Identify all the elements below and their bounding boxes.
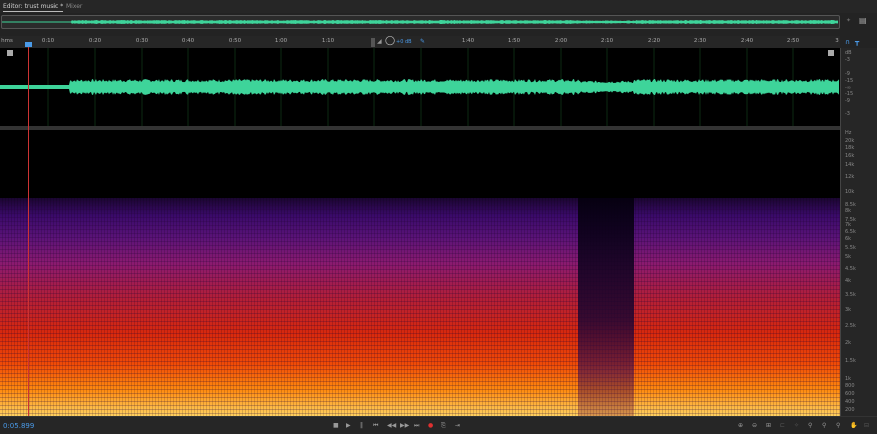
hz-label: 600 [845, 391, 855, 397]
db-label: -3 [845, 57, 850, 63]
hz-label: 1.5k [845, 358, 856, 364]
fit-icon[interactable] [7, 50, 13, 56]
ruler-tick: 2:00 [554, 38, 568, 44]
hz-label: 6.5k [845, 229, 856, 235]
current-time: 0:05.899 [3, 422, 35, 430]
hz-label: 1k [845, 376, 852, 382]
hz-label: 16k [845, 153, 855, 159]
ruler-tick: 0:50 [228, 38, 242, 44]
volume-value: +0 dB [396, 39, 412, 45]
db-label: dB [845, 50, 852, 56]
zoom-navigator-icon[interactable]: ✦ [846, 17, 851, 24]
zoom-full-icon[interactable]: ⚲ [836, 422, 840, 429]
hz-label: 12k [845, 174, 855, 180]
db-label: -3 [845, 111, 850, 117]
hz-label: 14k [845, 162, 855, 168]
pin-icon[interactable]: ✎ [420, 38, 425, 45]
hand-icon[interactable]: ✋ [850, 422, 857, 429]
ruler-tick: 0:30 [135, 38, 149, 44]
hz-label: 7k [845, 222, 852, 228]
hz-label: 800 [845, 383, 855, 389]
hz-label: 5.5k [845, 245, 856, 251]
tab-bar: Editor: trust music * ≡ Mixer [0, 0, 877, 13]
db-label: -9 [845, 98, 850, 104]
marker-icon[interactable]: ┳ [855, 38, 859, 46]
vertical-scale: dB -3 -9 -15 -∞ -15 -9 -3 Hz 20k 18k 16k 14k 12k 10k 8.… [840, 48, 877, 416]
pause-icon[interactable]: ‖ [360, 422, 363, 429]
ruler-tick: 2:30 [693, 38, 707, 44]
db-label: -15 [845, 91, 854, 97]
waveform-shape [2, 20, 838, 24]
ruler-tick: 1:40 [461, 38, 475, 44]
tab-mixer[interactable]: Mixer [66, 3, 82, 10]
hz-label: 10k [845, 189, 855, 195]
hud-handle [371, 38, 375, 47]
db-label: -15 [845, 78, 854, 84]
hz-label: 400 [845, 399, 855, 405]
ruler-tick: 2:40 [740, 38, 754, 44]
fast-forward-icon[interactable]: ▶▶ [400, 422, 409, 429]
ruler-tick: 1:50 [507, 38, 521, 44]
hz-label: 20k [845, 138, 855, 144]
hz-label: 18k [845, 145, 855, 151]
skip-start-icon[interactable]: ⏮ [373, 422, 378, 430]
ruler-unit: hms [1, 38, 13, 44]
hz-label: 5k [845, 254, 852, 260]
transport-bar: 0:05.899 ■ ▶ ‖ ⏮ ◀◀ ▶▶ ⏭ ● ⎘ ⇥ ⊕ ⊖ ⊞ ⊏ ✧… [0, 416, 877, 434]
hz-label: 6k [845, 236, 852, 242]
ruler-tick: 3 [835, 38, 839, 44]
rewind-icon[interactable]: ◀◀ [387, 422, 396, 429]
hz-label: 2.5k [845, 323, 856, 329]
waveform-shape [0, 79, 839, 95]
hz-label: 4.5k [845, 266, 856, 272]
hz-label: 2k [845, 340, 852, 346]
ruler-tick: 0:10 [41, 38, 55, 44]
db-label: -9 [845, 71, 850, 77]
panel-menu-icon[interactable]: ▤ [859, 16, 867, 25]
zoom-out-amplitude-icon[interactable]: ⊖ [752, 422, 757, 429]
hz-label: 8k [845, 208, 852, 214]
loop-icon[interactable]: ⎘ [441, 422, 446, 430]
zoom-out-time-icon[interactable]: ⚲ [822, 422, 826, 429]
time-ruler[interactable]: hms 0:10 0:20 0:30 0:40 0:50 1:00 1:10 1:40 1:50… [0, 36, 840, 48]
amplitude-icon[interactable]: ◢ [377, 38, 382, 45]
record-icon[interactable]: ● [428, 422, 433, 429]
spectral-frequency-display[interactable] [0, 130, 840, 416]
zoom-selection-icon[interactable]: ⊞ [766, 422, 771, 429]
play-icon[interactable]: ▶ [346, 422, 351, 429]
hz-label: 200 [845, 407, 855, 413]
volume-knob-icon[interactable]: ◯ [385, 36, 395, 46]
hz-label: 3k [845, 307, 852, 313]
skip-icon[interactable]: ⇥ [455, 422, 460, 429]
playhead-handle[interactable] [25, 42, 32, 47]
ruler-tick: 0:40 [181, 38, 195, 44]
zoom-reset-icon[interactable]: ⊟ [864, 422, 869, 429]
ruler-tick: 0:20 [88, 38, 102, 44]
ruler-tick: 2:20 [647, 38, 661, 44]
hz-label: 4k [845, 278, 852, 284]
skip-end-icon[interactable]: ⏭ [414, 422, 419, 430]
ruler-tick: 2:50 [786, 38, 800, 44]
zoom-in-amplitude-icon[interactable]: ⊕ [738, 422, 743, 429]
zoom-in-time-icon[interactable]: ⚲ [808, 422, 812, 429]
overview-navigator[interactable] [1, 15, 840, 29]
waveform-view[interactable] [0, 48, 840, 126]
tab-menu-icon[interactable]: ≡ [52, 3, 57, 10]
zoom-right-icon[interactable]: ✧ [794, 422, 799, 429]
ruler-tick: 2:10 [600, 38, 614, 44]
zoom-left-icon[interactable]: ⊏ [780, 422, 785, 429]
hz-label: 3.5k [845, 292, 856, 298]
playhead[interactable] [28, 44, 29, 416]
hz-label: Hz [845, 130, 852, 136]
ruler-tick: 1:10 [321, 38, 335, 44]
snap-icon[interactable]: ∩ [845, 38, 850, 46]
expand-icon[interactable] [828, 50, 834, 56]
ruler-tick: 1:00 [274, 38, 288, 44]
stop-icon[interactable]: ■ [333, 422, 339, 429]
